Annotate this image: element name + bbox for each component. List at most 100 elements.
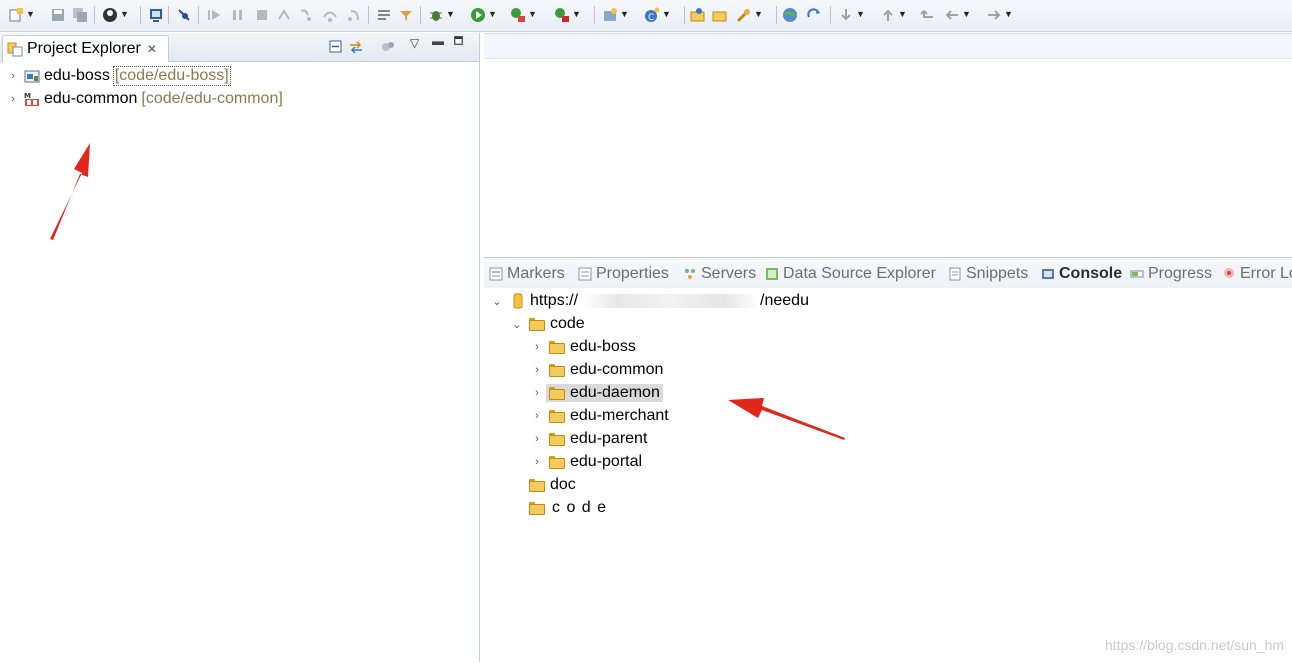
folder-label: edu-portal: [570, 453, 643, 470]
step-return-icon[interactable]: [346, 6, 362, 23]
coverage-icon[interactable]: ▼: [510, 6, 537, 23]
markers-icon: [489, 267, 503, 281]
tab-progress[interactable]: Progress: [1129, 263, 1212, 285]
focus-task-icon[interactable]: [380, 39, 396, 58]
view-header: Project Explorer ✕ ▽ ▬: [0, 33, 479, 62]
folder-row-edu-daemon[interactable]: › edu-daemon: [530, 382, 663, 404]
profile-icon[interactable]: ▼: [102, 6, 129, 23]
step-into-icon[interactable]: [298, 6, 314, 23]
properties-icon: [578, 267, 592, 281]
chevron-right-icon[interactable]: ›: [530, 387, 544, 399]
collapse-all-icon[interactable]: [328, 39, 344, 58]
tree-row-edu-boss[interactable]: › edu-boss [code/edu-boss]: [6, 65, 231, 87]
new-icon[interactable]: ▼: [8, 6, 35, 23]
tab-title: Project Explorer: [27, 40, 141, 57]
tab-data-source-explorer[interactable]: Data Source Explorer: [764, 263, 936, 285]
folder-row-edu-merchant[interactable]: › edu-merchant: [530, 405, 669, 427]
svg-text:M: M: [24, 92, 31, 100]
forward-icon[interactable]: ▼: [986, 6, 1013, 23]
project-explorer-icon: [7, 42, 23, 57]
refresh-icon[interactable]: [806, 6, 822, 23]
folder-row-code-spaced[interactable]: c o d e: [529, 497, 607, 519]
skip-breakpoints-icon[interactable]: [176, 6, 192, 23]
red-arrow-annotation: [728, 398, 845, 440]
next-annotation-icon[interactable]: ▼: [838, 6, 865, 23]
terminate-icon[interactable]: [254, 6, 270, 23]
save-icon[interactable]: [50, 6, 66, 23]
chevron-right-icon[interactable]: ›: [6, 70, 20, 82]
folder-label: code: [550, 315, 585, 332]
last-edit-icon[interactable]: [920, 6, 936, 23]
use-step-filters-icon[interactable]: [398, 6, 414, 23]
folder-row-edu-parent[interactable]: › edu-parent: [530, 428, 647, 450]
tab-markers[interactable]: Markers: [488, 263, 565, 285]
folder-icon: [549, 364, 565, 377]
view-menu-icon[interactable]: ▽: [410, 36, 419, 50]
tab-properties[interactable]: Properties: [577, 263, 669, 285]
close-icon[interactable]: ✕: [147, 42, 157, 56]
folder-row-edu-boss[interactable]: › edu-boss: [530, 336, 636, 358]
tree-row-edu-common[interactable]: › M edu-common [code/edu-common]: [6, 88, 283, 110]
new-java-class-icon[interactable]: C ▼: [644, 6, 671, 23]
chevron-down-icon[interactable]: ⌄: [510, 318, 524, 331]
project-path: [code/edu-boss]: [112, 66, 231, 86]
previous-annotation-icon[interactable]: ▼: [880, 6, 907, 23]
tab-servers[interactable]: Servers: [682, 263, 756, 285]
editor-tab-strip: [484, 34, 1292, 59]
maximize-icon[interactable]: [454, 36, 466, 51]
back-icon[interactable]: ▼: [944, 6, 971, 23]
folder-label: doc: [550, 476, 576, 493]
selected-item[interactable]: edu-daemon: [546, 384, 663, 402]
repository-url-end: /needu: [760, 292, 809, 309]
chevron-right-icon[interactable]: ›: [530, 410, 544, 422]
step-over-icon[interactable]: [322, 6, 338, 23]
chevron-right-icon[interactable]: ›: [530, 364, 544, 376]
folder-icon: [549, 341, 565, 354]
suspend-icon[interactable]: [230, 6, 246, 23]
repository-icon: [513, 293, 523, 309]
tab-snippets[interactable]: Snippets: [947, 263, 1028, 285]
folder-icon: [529, 318, 545, 331]
external-tools-icon[interactable]: ▼: [554, 6, 581, 23]
folder-row-code[interactable]: ⌄ code: [510, 313, 585, 335]
chevron-right-icon[interactable]: ›: [530, 456, 544, 468]
chevron-right-icon[interactable]: ›: [6, 93, 20, 105]
watermark: https://blog.csdn.net/sun_hm: [1105, 637, 1284, 653]
folder-icon: [549, 410, 565, 423]
folder-row-edu-common[interactable]: › edu-common: [530, 359, 663, 381]
servers-icon: [685, 269, 695, 279]
tab-project-explorer[interactable]: Project Explorer ✕: [2, 35, 169, 62]
web-browser-icon[interactable]: [782, 6, 798, 23]
redacted-url-segment: [582, 294, 761, 308]
save-all-icon[interactable]: [72, 6, 88, 23]
search-icon[interactable]: ▼: [736, 6, 763, 23]
project-name: edu-boss: [44, 67, 110, 84]
run-icon[interactable]: ▼: [470, 6, 497, 23]
folder-icon: [549, 387, 565, 400]
tab-error-log[interactable]: Error Lo: [1221, 263, 1292, 285]
open-task-icon[interactable]: [712, 6, 728, 23]
debug-icon[interactable]: ▼: [428, 6, 455, 23]
bottom-tab-strip: Markers Properties Servers Data Source E…: [484, 258, 1292, 288]
bottom-views-panel: Markers Properties Servers Data Source E…: [484, 257, 1292, 663]
minimize-icon[interactable]: ▬: [432, 34, 444, 48]
folder-icon: [529, 479, 545, 492]
resume-icon[interactable]: [206, 6, 222, 23]
repository-row[interactable]: ⌄ https:// /needu: [490, 290, 809, 312]
chevron-right-icon[interactable]: ›: [530, 433, 544, 445]
red-arrow-annotation: [50, 143, 90, 240]
terminal-icon[interactable]: [148, 6, 164, 23]
folder-row-edu-portal[interactable]: › edu-portal: [530, 451, 642, 473]
link-with-editor-icon[interactable]: [348, 39, 364, 58]
drop-to-frame-icon[interactable]: [376, 6, 392, 23]
folder-row-doc[interactable]: doc: [529, 474, 576, 496]
chevron-right-icon[interactable]: ›: [530, 341, 544, 353]
editor-area: [484, 33, 1292, 252]
chevron-down-icon[interactable]: ⌄: [490, 295, 504, 308]
progress-icon: [1130, 270, 1144, 278]
new-server-icon[interactable]: ▼: [602, 6, 629, 23]
tab-console[interactable]: Console: [1040, 263, 1122, 285]
disconnect-icon[interactable]: [276, 6, 292, 23]
open-type-icon[interactable]: [690, 6, 706, 23]
folder-label: edu-boss: [570, 338, 636, 355]
